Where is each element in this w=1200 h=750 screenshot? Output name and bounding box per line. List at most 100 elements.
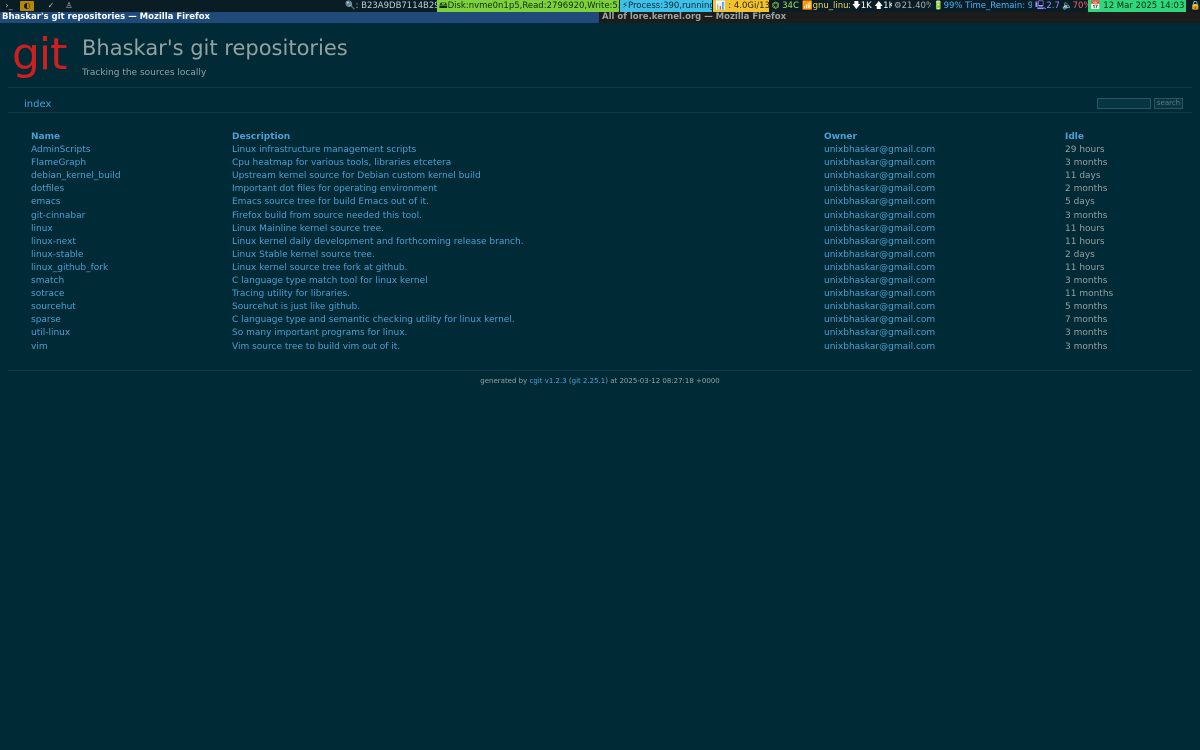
battery-indicator: 🔋99% Time_Remain: 99% xyxy=(933,1,1032,11)
repo-idle-time: 3 months xyxy=(1065,328,1108,339)
repo-description-link[interactable]: C language type match tool for linux ker… xyxy=(232,275,428,288)
repo-idle-time: 3 months xyxy=(1065,210,1108,221)
repo-description-link[interactable]: Linux Mainline kernel source tree. xyxy=(232,223,384,236)
repo-description-link[interactable]: Vim source tree to build vim out of it. xyxy=(232,341,400,354)
repo-owner-link[interactable]: unixbhaskar@gmail.com xyxy=(824,301,935,314)
cgit-version-link[interactable]: cgit v1.2.3 xyxy=(529,377,566,385)
repo-idle-time: 5 months xyxy=(1065,302,1108,313)
repo-owner-link[interactable]: unixbhaskar@gmail.com xyxy=(824,314,935,327)
table-row[interactable]: linux_github_fork Linux kernel source tre… xyxy=(0,262,1200,275)
disk-io-indicator: 🖴Disk:nvme0n1p5,Read:2796920,Write:53221… xyxy=(437,0,619,12)
table-row[interactable]: linux Linux Mainline kernel source tree. u… xyxy=(0,223,1200,236)
repo-description-link[interactable]: Linux infrastructure management scripts xyxy=(232,144,416,157)
repo-name-link[interactable]: FlameGraph xyxy=(31,157,86,170)
repo-owner-link[interactable]: unixbhaskar@gmail.com xyxy=(824,288,935,301)
table-row[interactable]: linux-next Linux kernel daily development… xyxy=(0,236,1200,249)
tab-index[interactable]: index xyxy=(24,99,51,111)
table-row[interactable]: git-cinnabar Firefox build from source ne… xyxy=(0,210,1200,223)
lock-icon[interactable]: 🔒 xyxy=(1188,0,1200,12)
repo-name-link[interactable]: debian_kernel_build xyxy=(31,170,121,183)
repo-name-link[interactable]: vim xyxy=(31,341,48,354)
repo-idle-time: 11 hours xyxy=(1065,262,1105,273)
repo-idle-time: 11 months xyxy=(1065,289,1114,300)
table-row[interactable]: util-linux So many important programs for… xyxy=(0,327,1200,340)
repo-owner-link[interactable]: unixbhaskar@gmail.com xyxy=(824,183,935,196)
repo-description-link[interactable]: Emacs source tree for build Emacs out of… xyxy=(232,196,429,209)
search-input[interactable] xyxy=(1097,98,1151,109)
workspace-tag-linux[interactable]: ♙ xyxy=(62,1,76,11)
repo-description-link[interactable]: Linux kernel daily development and forth… xyxy=(232,236,524,249)
column-header-idle[interactable]: Idle xyxy=(1065,131,1084,144)
table-header-row: Name Description Owner Idle xyxy=(0,131,1200,144)
search-button[interactable]: search xyxy=(1154,98,1183,109)
repo-name-link[interactable]: sourcehut xyxy=(31,301,76,314)
repo-name-link[interactable]: dotfiles xyxy=(31,183,64,196)
repo-owner-link[interactable]: unixbhaskar@gmail.com xyxy=(824,144,935,157)
workspace-tag-edit[interactable]: ✓ xyxy=(44,1,58,11)
repo-idle-time: 7 months xyxy=(1065,315,1108,326)
repo-owner-link[interactable]: unixbhaskar@gmail.com xyxy=(824,210,935,223)
repo-description-link[interactable]: Firefox build from source needed this to… xyxy=(232,210,422,223)
table-row[interactable]: dotfiles Important dot files for operatin… xyxy=(0,183,1200,196)
system-status-bar: ›_ ◐ ✓ ♙ 🔍: B23A9DB7114B2915 🖴Disk:nvme0… xyxy=(0,0,1200,12)
table-row[interactable]: emacs Emacs source tree for build Emacs o… xyxy=(0,196,1200,209)
table-row[interactable]: sourcehut Sourcehut is just like github. u… xyxy=(0,301,1200,314)
cgit-logo[interactable]: git xyxy=(12,30,67,80)
table-row[interactable]: linux-stable Linux Stable kernel source t… xyxy=(0,249,1200,262)
repo-idle-time: 11 days xyxy=(1065,171,1101,182)
repo-idle-time: 11 hours xyxy=(1065,236,1105,247)
table-row[interactable]: sotrace Tracing utility for libraries. uni… xyxy=(0,288,1200,301)
table-row[interactable]: FlameGraph Cpu heatmap for various tools,… xyxy=(0,157,1200,170)
repo-description-link[interactable]: C language type and semantic checking ut… xyxy=(232,314,515,327)
git-version-link[interactable]: git 2.25.1 xyxy=(572,377,606,385)
table-row[interactable]: smatch C language type match tool for lin… xyxy=(0,275,1200,288)
repo-owner-link[interactable]: unixbhaskar@gmail.com xyxy=(824,223,935,236)
inactive-window-title[interactable]: All of lore.kernel.org — Mozilla Firefox xyxy=(599,12,1200,23)
repo-owner-link[interactable]: unixbhaskar@gmail.com xyxy=(824,262,935,275)
repo-description-link[interactable]: So many important programs for linux. xyxy=(232,327,407,340)
repo-name-link[interactable]: smatch xyxy=(31,275,64,288)
repo-description-link[interactable]: Linux Stable kernel source tree. xyxy=(232,249,375,262)
repo-owner-link[interactable]: unixbhaskar@gmail.com xyxy=(824,249,935,262)
repo-name-link[interactable]: AdminScripts xyxy=(31,144,90,157)
repo-owner-link[interactable]: unixbhaskar@gmail.com xyxy=(824,170,935,183)
repo-owner-link[interactable]: unixbhaskar@gmail.com xyxy=(824,275,935,288)
repo-description-link[interactable]: Sourcehut is just like github. xyxy=(232,301,360,314)
repo-description-link[interactable]: Cpu heatmap for various tools, libraries… xyxy=(232,157,451,170)
table-row[interactable]: AdminScripts Linux infrastructure managem… xyxy=(0,144,1200,157)
repo-owner-link[interactable]: unixbhaskar@gmail.com xyxy=(824,327,935,340)
repo-name-link[interactable]: linux-stable xyxy=(31,249,83,262)
repo-owner-link[interactable]: unixbhaskar@gmail.com xyxy=(824,236,935,249)
temperature-indicator: ⏣ 34C xyxy=(772,1,799,11)
repo-owner-link[interactable]: unixbhaskar@gmail.com xyxy=(824,157,935,170)
repo-description-link[interactable]: Upstream kernel source for Debian custom… xyxy=(232,170,481,183)
table-row[interactable]: vim Vim source tree to build vim out of i… xyxy=(0,341,1200,354)
footer-divider xyxy=(8,370,1192,371)
repo-description-link[interactable]: Tracing utility for libraries. xyxy=(232,288,350,301)
repo-name-link[interactable]: linux-next xyxy=(31,236,76,249)
workspace-tag-active[interactable]: ◐ xyxy=(20,1,34,11)
table-row[interactable]: debian_kernel_build Upstream kernel sourc… xyxy=(0,170,1200,183)
repo-idle-time: 2 months xyxy=(1065,184,1108,195)
repo-owner-link[interactable]: unixbhaskar@gmail.com xyxy=(824,196,935,209)
repo-name-link[interactable]: sotrace xyxy=(31,288,64,301)
column-header-owner[interactable]: Owner xyxy=(824,131,857,144)
workspace-tag-terminal[interactable]: ›_ xyxy=(2,1,16,11)
repo-name-link[interactable]: util-linux xyxy=(31,327,70,340)
repo-description-link[interactable]: Important dot files for operating enviro… xyxy=(232,183,437,196)
repo-idle-time: 3 months xyxy=(1065,158,1108,169)
repo-description-link[interactable]: Linux kernel source tree fork at github. xyxy=(232,262,407,275)
footer-prefix: generated by xyxy=(480,377,530,385)
repo-name-link[interactable]: linux xyxy=(31,223,53,236)
repo-name-link[interactable]: linux_github_fork xyxy=(31,262,108,275)
network-speed-indicator: 🡇1K 🡅1K xyxy=(852,1,892,11)
column-header-description[interactable]: Description xyxy=(232,131,290,144)
repo-owner-link[interactable]: unixbhaskar@gmail.com xyxy=(824,341,935,354)
clock-indicator: 📅 12 Mar 2025 14:03 Wed xyxy=(1088,0,1186,12)
active-window-title[interactable]: Bhaskar's git repositories — Mozilla Fir… xyxy=(0,12,599,23)
column-header-name[interactable]: Name xyxy=(31,131,60,144)
repo-name-link[interactable]: sparse xyxy=(31,314,61,327)
table-row[interactable]: sparse C language type and semantic check… xyxy=(0,314,1200,327)
repo-name-link[interactable]: emacs xyxy=(31,196,60,209)
repo-name-link[interactable]: git-cinnabar xyxy=(31,210,85,223)
